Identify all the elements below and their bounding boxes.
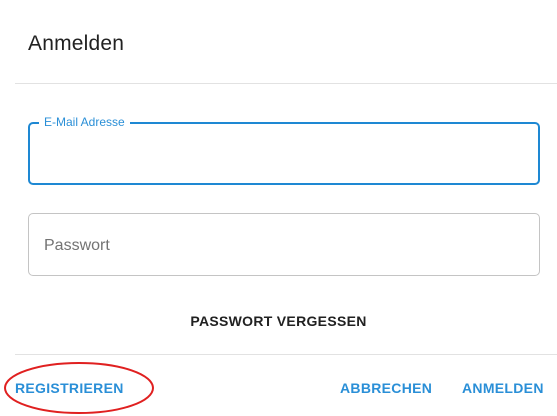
footer-divider <box>15 354 557 355</box>
password-input[interactable] <box>42 233 527 259</box>
email-field[interactable]: E-Mail Adresse <box>28 115 540 185</box>
login-button[interactable]: ANMELDEN <box>462 380 544 396</box>
email-field-label: E-Mail Adresse <box>39 115 130 130</box>
register-button[interactable]: REGISTRIEREN <box>15 380 124 396</box>
password-field[interactable] <box>28 213 540 276</box>
forgot-password-button[interactable]: PASSWORT VERGESSEN <box>0 313 557 329</box>
cancel-button[interactable]: ABBRECHEN <box>340 380 432 396</box>
header-divider <box>15 83 557 84</box>
login-dialog: Anmelden E-Mail Adresse PASSWORT VERGESS… <box>0 0 557 416</box>
dialog-title: Anmelden <box>28 32 125 55</box>
email-input[interactable] <box>42 142 526 168</box>
